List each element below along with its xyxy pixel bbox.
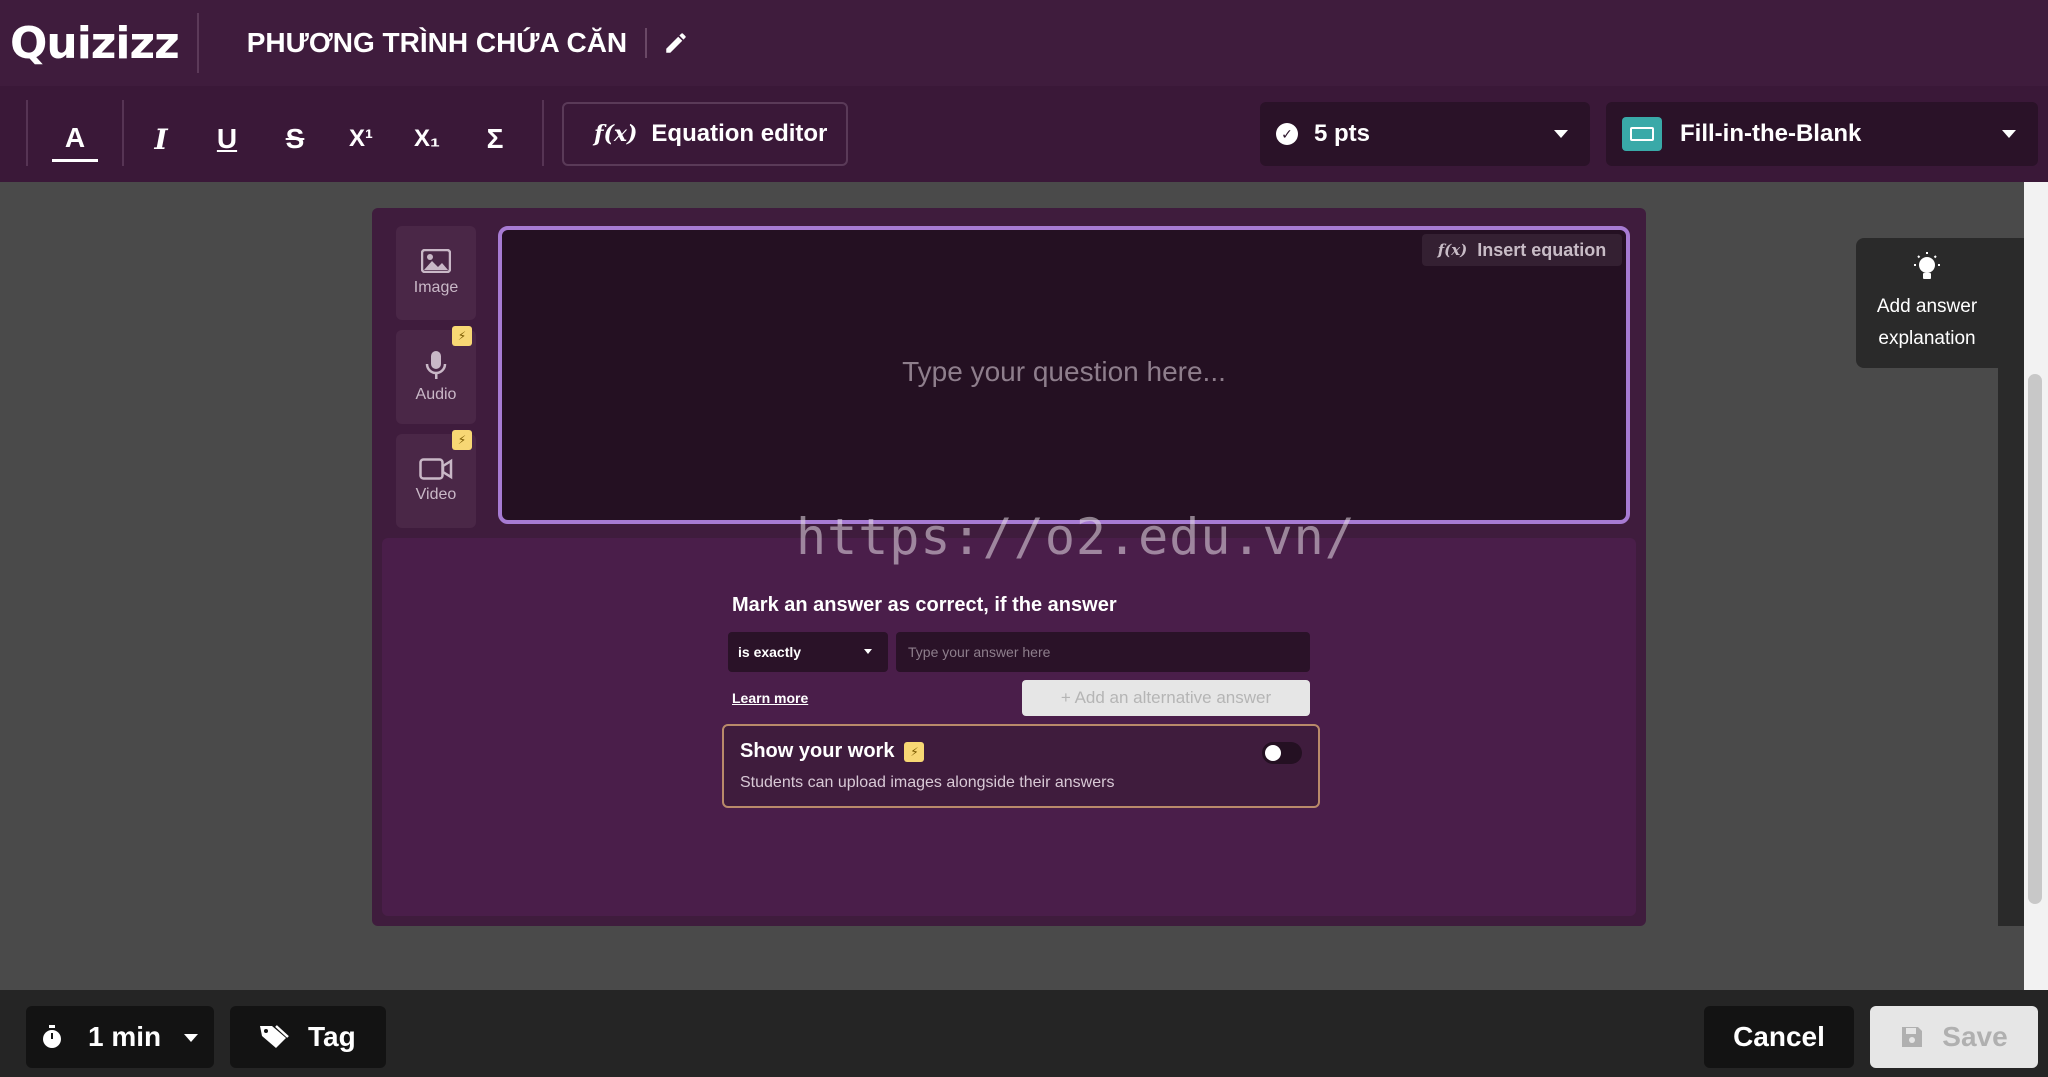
text-color-button[interactable]: A: [52, 116, 98, 162]
microphone-icon: [425, 351, 447, 379]
quizizz-logo[interactable]: Quizizz: [10, 18, 180, 69]
edit-title-pencil-icon[interactable]: [661, 28, 691, 58]
bolt-icon: ⚡: [452, 326, 472, 346]
question-type-dropdown[interactable]: Fill-in-the-Blank: [1606, 102, 2038, 166]
scrollbar-track[interactable]: [2024, 182, 2048, 990]
stopwatch-icon: [43, 1025, 61, 1048]
fill-in-blank-icon: [1622, 117, 1662, 151]
add-answer-explanation-button[interactable]: Add answer explanation: [1856, 238, 1998, 368]
add-video-button[interactable]: ⚡ Video: [396, 430, 476, 528]
points-dropdown[interactable]: ✓ 5 pts: [1260, 102, 1590, 166]
formatting-toolbar: A I U S X¹ X₁ Σ f(x) Equation editor ✓ 5…: [0, 86, 2048, 182]
show-work-title: Show your work: [740, 740, 895, 762]
underline-button[interactable]: U: [204, 116, 250, 162]
image-icon: [421, 249, 451, 273]
mark-correct-label: Mark an answer as correct, if the answer: [732, 594, 1117, 616]
side-panel-edge: [1998, 238, 2024, 926]
chevron-down-icon: [184, 1034, 198, 1042]
match-mode-select[interactable]: is exactly: [728, 632, 888, 672]
title-divider: [645, 28, 648, 58]
insert-equation-label: Insert equation: [1477, 239, 1607, 260]
audio-label: Audio: [415, 386, 457, 403]
footer-bar: 1 min Tag Cancel Save: [0, 990, 2048, 1077]
watermark: https://o2.edu.vn/: [796, 508, 1356, 566]
floppy-disk-icon: [1902, 1027, 1923, 1047]
scrollbar-thumb[interactable]: [2028, 374, 2042, 904]
question-placeholder: Type your question here...: [902, 356, 1226, 387]
tag-button[interactable]: Tag: [230, 1006, 386, 1068]
learn-more-link[interactable]: Learn more: [732, 690, 808, 706]
check-circle-icon: ✓: [1276, 123, 1298, 145]
add-audio-button[interactable]: ⚡ Audio: [396, 326, 476, 424]
quiz-title: PHƯƠNG TRÌNH CHỨA CĂN: [246, 27, 628, 58]
save-button[interactable]: Save: [1870, 1006, 2038, 1068]
top-header: Quizizz PHƯƠNG TRÌNH CHỨA CĂN: [0, 0, 2048, 86]
equation-editor-button[interactable]: f(x) Equation editor: [562, 102, 848, 166]
function-icon: f(x): [1437, 241, 1468, 259]
chevron-down-icon: [864, 649, 872, 654]
toolbar-divider: [542, 100, 544, 166]
strikethrough-button[interactable]: S: [272, 116, 318, 162]
save-label: Save: [1942, 1021, 2008, 1052]
cancel-button[interactable]: Cancel: [1704, 1006, 1854, 1068]
sigma-symbols-button[interactable]: Σ: [472, 116, 518, 162]
time-limit-dropdown[interactable]: 1 min: [26, 1006, 214, 1068]
insert-equation-button[interactable]: f(x) Insert equation: [1422, 234, 1622, 266]
add-alternative-answer-button[interactable]: + Add an alternative answer: [1022, 680, 1310, 716]
subscript-button[interactable]: X₁: [404, 116, 450, 162]
chevron-down-icon: [1554, 130, 1568, 138]
chevron-down-icon: [2002, 130, 2016, 138]
time-limit-value: 1 min: [88, 1021, 162, 1052]
answer-input[interactable]: [896, 632, 1310, 672]
question-type-label: Fill-in-the-Blank: [1680, 120, 1862, 147]
toolbar-divider: [122, 100, 124, 166]
bolt-icon: ⚡: [904, 741, 925, 762]
show-your-work-panel: Show your work ⚡ Students can upload ima…: [722, 724, 1320, 808]
add-image-button[interactable]: Image: [396, 226, 476, 320]
toolbar-divider: [26, 100, 28, 166]
answer-panel: Mark an answer as correct, if the answer…: [382, 538, 1636, 916]
function-icon: f(x): [594, 121, 638, 147]
superscript-button[interactable]: X¹: [338, 116, 384, 162]
italic-button[interactable]: I: [138, 116, 184, 162]
question-card: Image ⚡ Audio ⚡ Video f(x) Insert equati…: [372, 208, 1646, 926]
header-divider: [196, 13, 199, 73]
toggle-knob: [1265, 745, 1281, 761]
add-answer-explanation-label: Add answer explanation: [1876, 296, 1978, 349]
tag-icon: [260, 1025, 289, 1048]
question-input-area[interactable]: f(x) Insert equation Type your question …: [498, 226, 1630, 524]
bolt-icon: ⚡: [452, 430, 472, 450]
equation-editor-label: Equation editor: [651, 120, 828, 147]
image-label: Image: [413, 279, 459, 296]
video-label: Video: [415, 486, 457, 503]
show-work-description: Students can upload images alongside the…: [740, 774, 1115, 791]
match-mode-value: is exactly: [738, 644, 802, 660]
show-work-toggle[interactable]: [1262, 742, 1302, 764]
tag-label: Tag: [308, 1021, 356, 1052]
lightbulb-icon: [1914, 252, 1940, 279]
video-camera-icon: [419, 458, 453, 480]
points-value: 5 pts: [1314, 120, 1371, 147]
show-work-title-row: Show your work ⚡: [740, 740, 925, 763]
